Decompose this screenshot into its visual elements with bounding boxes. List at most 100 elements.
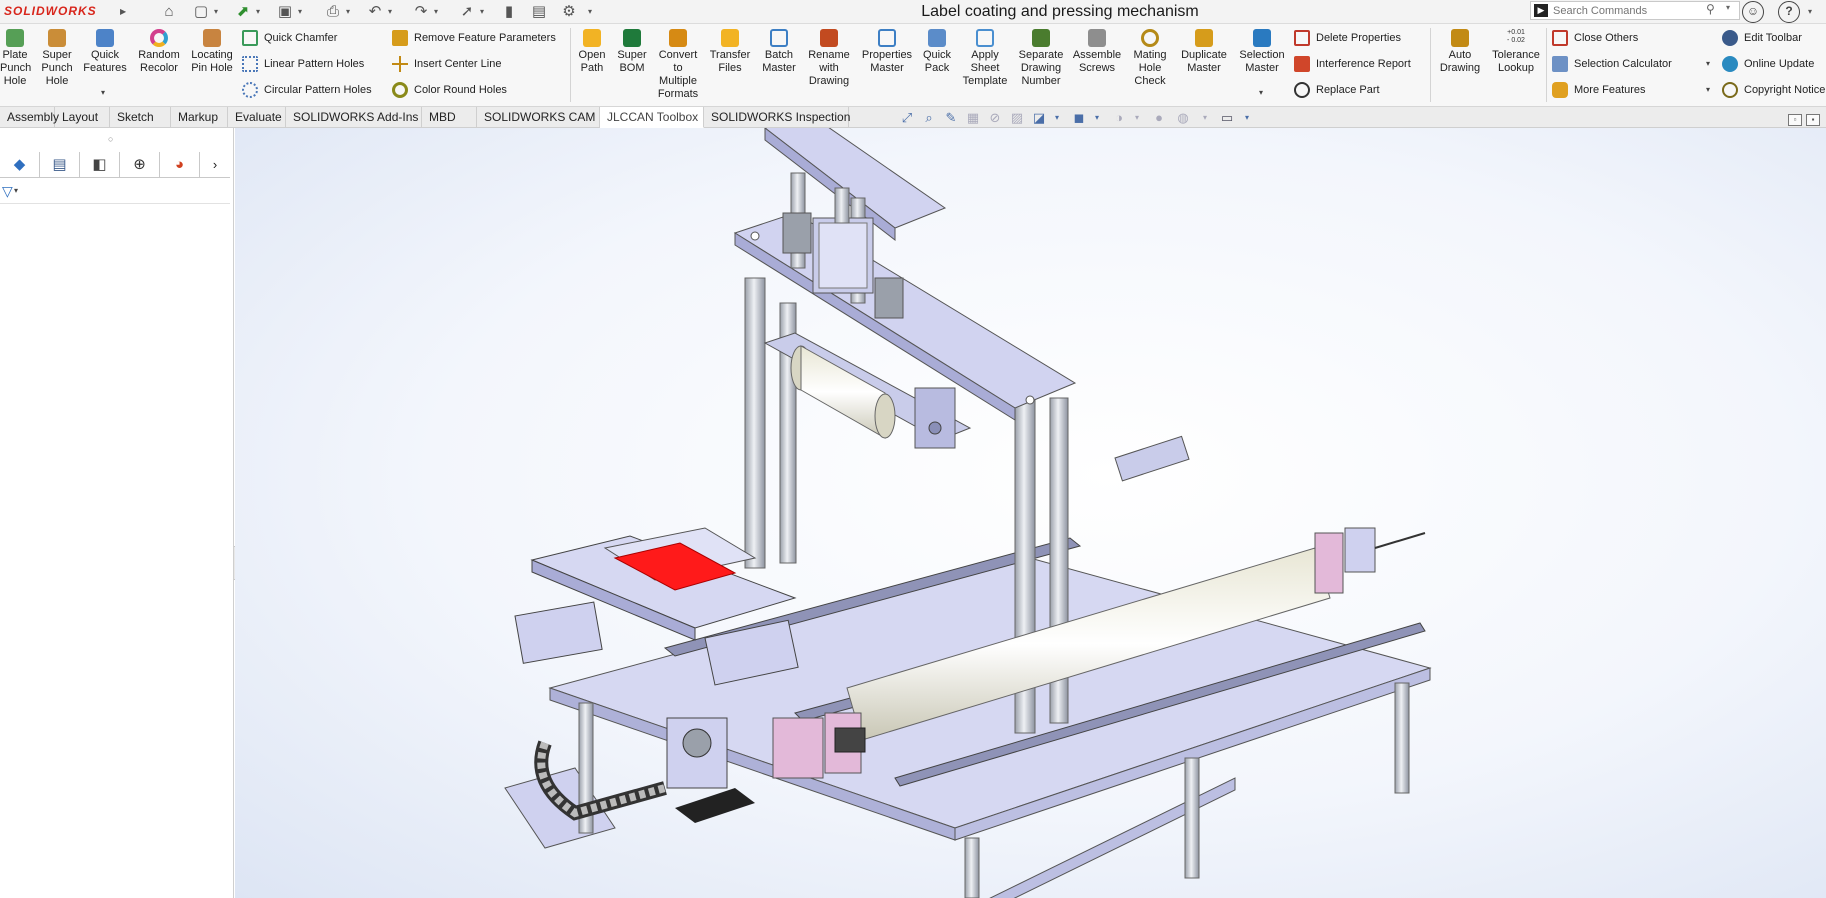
interference-report-button[interactable]: Interference Report [1294,55,1411,75]
help-dropdown-icon[interactable]: ▾ [1808,2,1818,22]
display-style-icon[interactable]: ◼ [1070,111,1088,125]
tab-evaluate[interactable]: Evaluate [228,107,286,128]
close-others-button[interactable]: Close Others [1552,29,1638,49]
open-icon[interactable]: ⬈ [232,2,254,22]
insert-center-line-button[interactable]: Insert Center Line [392,55,501,75]
locating-pin-hole-button[interactable]: Locating Pin Hole [186,29,238,75]
filter-dropdown-icon[interactable]: ▾ [14,186,18,195]
edit-appearance-icon[interactable]: ● [1150,111,1168,125]
online-update-button[interactable]: Online Update [1722,55,1814,75]
redo-dropdown-icon[interactable]: ▾ [434,2,444,22]
selection-master-dropdown-icon[interactable]: ▾ [1259,88,1263,97]
assemble-screws-button[interactable]: Assemble Screws [1070,29,1124,75]
home-icon[interactable]: ⌂ [158,2,180,22]
super-bom-button[interactable]: Super BOM [614,29,650,75]
rename-with-drawing-button[interactable]: Rename with Drawing [804,29,854,88]
file-properties-icon[interactable]: ▤ [528,2,550,22]
save-dropdown-icon[interactable]: ▾ [298,2,308,22]
tab-jlccan-toolbox[interactable]: JLCCAN Toolbox [600,107,704,128]
redo-icon[interactable]: ↷ [410,2,432,22]
selection-calculator-button[interactable]: Selection Calculator [1552,55,1672,75]
view-orientation-icon[interactable]: ◪ [1030,111,1048,125]
tab-markup[interactable]: Markup [171,107,228,128]
tab-solidworks-inspection[interactable]: SOLIDWORKS Inspection [704,107,850,128]
edit-toolbar-button[interactable]: Edit Toolbar [1722,29,1802,49]
front-sensor-bracket[interactable] [772,712,866,779]
tolerance-lookup-button[interactable]: +0.01 - 0.02 Tolerance Lookup [1488,29,1544,75]
new-document-icon[interactable]: ▢ [190,2,212,22]
color-round-holes-button[interactable]: Color Round Holes [392,81,507,101]
copyright-notice-button[interactable]: Copyright Notice [1722,81,1825,101]
mating-hole-check-button[interactable]: Mating Hole Check [1126,29,1174,88]
super-punch-hole-button[interactable]: Super Punch Hole [38,29,76,88]
undo-icon[interactable]: ↶ [364,2,386,22]
property-manager-icon[interactable]: ▤ [40,152,80,178]
apply-scene-icon[interactable]: ◍ [1174,111,1192,125]
quick-features-dropdown-icon[interactable]: ▾ [101,88,105,97]
open-path-button[interactable]: Open Path [574,29,610,75]
section-view-icon[interactable]: ▦ [964,111,982,125]
view-settings-dropdown-icon[interactable]: ▾ [1238,111,1256,125]
dynamic-annotation-icon[interactable]: ⊘ [986,111,1004,125]
options-gear-icon[interactable]: ⚙ [558,2,580,22]
delete-properties-button[interactable]: Delete Properties [1294,29,1401,49]
quick-chamfer-button[interactable]: Quick Chamfer [242,29,337,49]
rebuild-icon[interactable]: ▮ [498,2,520,22]
dimxpert-icon[interactable]: ⊕ [120,152,160,178]
tab-sketch[interactable]: Sketch [110,107,171,128]
graphics-area[interactable] [235,128,1826,898]
restore-viewport-icon[interactable]: ▫ [1788,114,1802,126]
circular-pattern-holes-button[interactable]: Circular Pattern Holes [242,81,372,101]
convert-formats-button[interactable]: Convert to Multiple Formats [654,29,702,101]
print-icon[interactable]: ⎙ [322,2,344,22]
search-dropdown-icon[interactable]: ▾ [1726,3,1730,12]
zoom-area-icon[interactable]: ⌕ [920,111,938,125]
display-manager-icon[interactable]: ◕ [160,152,200,178]
assembly-model[interactable] [235,128,1826,898]
tab-assembly[interactable]: Assembly [0,107,59,128]
tab-layout[interactable]: Layout [55,107,110,128]
more-features-dropdown-icon[interactable]: ▾ [1706,85,1710,94]
tab-solidworks-add-ins[interactable]: SOLIDWORKS Add-Ins [286,107,422,128]
selection-master-button[interactable]: Selection Master [1234,29,1290,75]
display-style-dropdown-icon[interactable]: ▾ [1088,111,1106,125]
filter-icon[interactable]: ▽ [2,183,13,200]
panel-expand-icon[interactable]: › [200,152,230,178]
more-features-button[interactable]: More Features [1552,81,1646,101]
linear-pattern-holes-button[interactable]: Linear Pattern Holes [242,55,364,75]
menu-expand-arrow[interactable]: ▶ [120,2,130,22]
selection-calculator-dropdown-icon[interactable]: ▾ [1706,59,1710,68]
right-sensor-bracket[interactable] [1314,527,1426,594]
print-dropdown-icon[interactable]: ▾ [346,2,356,22]
properties-master-button[interactable]: Properties Master [858,29,916,75]
duplicate-master-button[interactable]: Duplicate Master [1176,29,1232,75]
select-dropdown-icon[interactable]: ▾ [480,2,490,22]
quick-pack-button[interactable]: Quick Pack [918,29,956,75]
feature-manager-icon[interactable]: ◆ [0,152,40,178]
configuration-icon[interactable]: ◧ [80,152,120,178]
search-commands-box[interactable]: ▶ ⚲ ▾ [1530,1,1740,20]
quick-features-button[interactable]: Quick Features [80,29,130,75]
save-icon[interactable]: ▣ [274,2,296,22]
hide-show-dropdown-icon[interactable]: ▾ [1128,111,1146,125]
undo-dropdown-icon[interactable]: ▾ [388,2,398,22]
random-recolor-button[interactable]: Random Recolor [134,29,184,75]
previous-view-icon[interactable]: ✎ [942,111,960,125]
remove-feature-parameters-button[interactable]: Remove Feature Parameters [392,29,556,49]
hide-show-items-icon[interactable]: ◑ [1110,111,1128,125]
tab-mbd[interactable]: MBD [422,107,477,128]
transfer-files-button[interactable]: Transfer Files [706,29,754,75]
auto-drawing-button[interactable]: Auto Drawing [1434,29,1486,75]
user-account-icon[interactable]: ☺ [1742,1,1764,23]
search-icon[interactable]: ⚲ [1706,2,1715,16]
solidworks-logo[interactable]: SOLIDWORKS [0,3,118,20]
new-dropdown-icon[interactable]: ▾ [214,2,224,22]
panel-grip[interactable]: ○ [108,134,113,144]
plate-punch-hole-button[interactable]: Plate Punch Hole [0,29,31,88]
search-input[interactable] [1553,3,1703,18]
zoom-to-fit-icon[interactable]: ⤢ [898,111,916,125]
3d-drawing-view-icon[interactable]: ▨ [1008,111,1026,125]
batch-master-button[interactable]: Batch Master [756,29,802,75]
help-icon[interactable]: ? [1778,1,1800,23]
replace-part-button[interactable]: Replace Part [1294,81,1380,101]
